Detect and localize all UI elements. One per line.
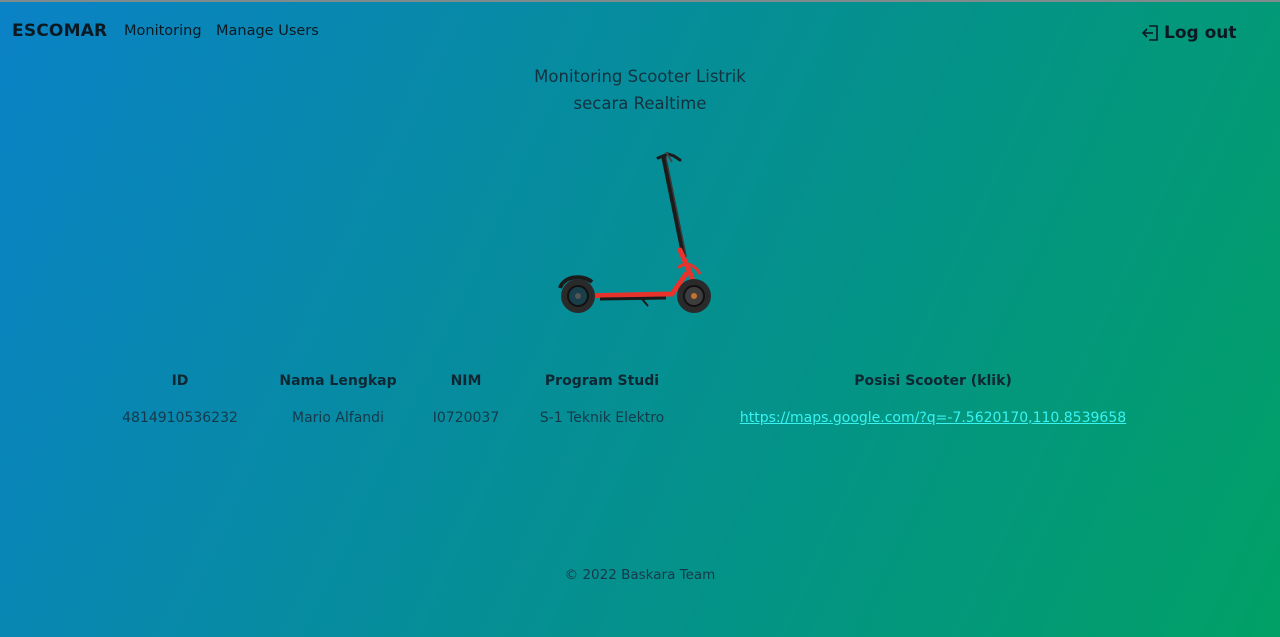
- table-header-nama: Nama Lengkap: [279, 373, 397, 389]
- page-title: Monitoring Scooter Listrik secara Realti…: [0, 63, 1280, 117]
- page-title-line-2: secara Realtime: [573, 94, 707, 113]
- table-header-posisi: Posisi Scooter (klik): [854, 373, 1012, 389]
- brand-logo[interactable]: ESCOMAR: [12, 21, 107, 41]
- map-location-link[interactable]: https://maps.google.com/?q=-7.5620170,11…: [740, 410, 1126, 426]
- navbar: ESCOMAR Monitoring Manage Users Log out: [0, 2, 1280, 62]
- table-header-prodi: Program Studi: [544, 373, 660, 389]
- table-cell-id: 4814910536232: [122, 410, 238, 426]
- logout-icon: [1141, 23, 1160, 43]
- table-cell-nim: I0720037: [432, 410, 500, 426]
- table-cell-prodi: S-1 Teknik Elektro: [539, 410, 665, 426]
- logout-label: Log out: [1164, 23, 1237, 43]
- table-header-nim: NIM: [450, 373, 482, 389]
- nav-link-manage-users[interactable]: Manage Users: [216, 23, 319, 39]
- nav-link-monitoring[interactable]: Monitoring: [124, 23, 202, 39]
- table-cell-nama: Mario Alfandi: [292, 410, 384, 426]
- table-header-id: ID: [171, 373, 189, 389]
- page-title-line-1: Monitoring Scooter Listrik: [534, 67, 746, 86]
- footer-copyright: © 2022 Baskara Team: [564, 567, 716, 583]
- logout-button[interactable]: Log out: [1141, 21, 1237, 45]
- table-cell-posisi: https://maps.google.com/?q=-7.5620170,11…: [733, 410, 1133, 426]
- electric-scooter-image: [550, 148, 720, 320]
